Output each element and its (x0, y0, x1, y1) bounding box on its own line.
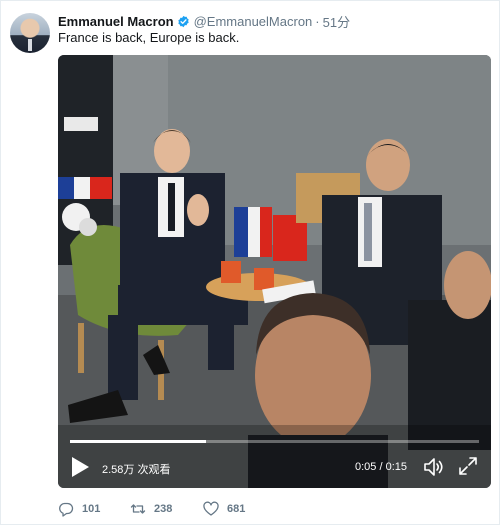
tweet-text: France is back, Europe is back. (58, 30, 240, 45)
heart-icon (203, 501, 219, 516)
reply-count: 101 (82, 503, 101, 515)
reply-button[interactable]: 101 (58, 501, 130, 517)
like-count: 681 (227, 503, 246, 515)
video-controls: 2.58万 次观看 0:05 / 0:15 (58, 450, 491, 486)
time-separator: / (379, 461, 383, 473)
tweet-card: Emmanuel Macron @EmmanuelMacron · 51分 Fr… (0, 0, 500, 525)
retweet-button[interactable]: 238 (130, 501, 203, 517)
tweet-actions: 101 238 681 (58, 499, 273, 519)
volume-icon[interactable] (423, 456, 445, 478)
reply-icon (59, 502, 74, 517)
video-progress-fill (70, 440, 207, 443)
like-button[interactable]: 681 (203, 501, 273, 517)
play-icon[interactable] (70, 456, 90, 478)
retweet-count: 238 (154, 503, 173, 515)
avatar[interactable] (10, 13, 50, 53)
video-timecode: 0:05 / 0:15 (355, 461, 407, 473)
author-name[interactable]: Emmanuel Macron (58, 14, 174, 29)
retweet-icon (130, 504, 146, 514)
tweet-header: Emmanuel Macron @EmmanuelMacron · 51分 (58, 12, 350, 30)
video-progress-bar[interactable] (70, 440, 479, 443)
tweet-timestamp[interactable]: 51分 (323, 12, 350, 31)
verified-badge-icon (177, 15, 189, 27)
fullscreen-icon[interactable] (458, 456, 478, 476)
current-time: 0:05 (354, 461, 377, 473)
separator-dot: · (315, 13, 320, 29)
author-handle[interactable]: @EmmanuelMacron (194, 14, 313, 29)
view-count: 2.58万 次观看 (102, 464, 171, 476)
video-player[interactable]: 2.58万 次观看 0:05 / 0:15 (58, 55, 491, 488)
video-frame (58, 55, 491, 488)
duration: 0:15 (385, 461, 407, 473)
